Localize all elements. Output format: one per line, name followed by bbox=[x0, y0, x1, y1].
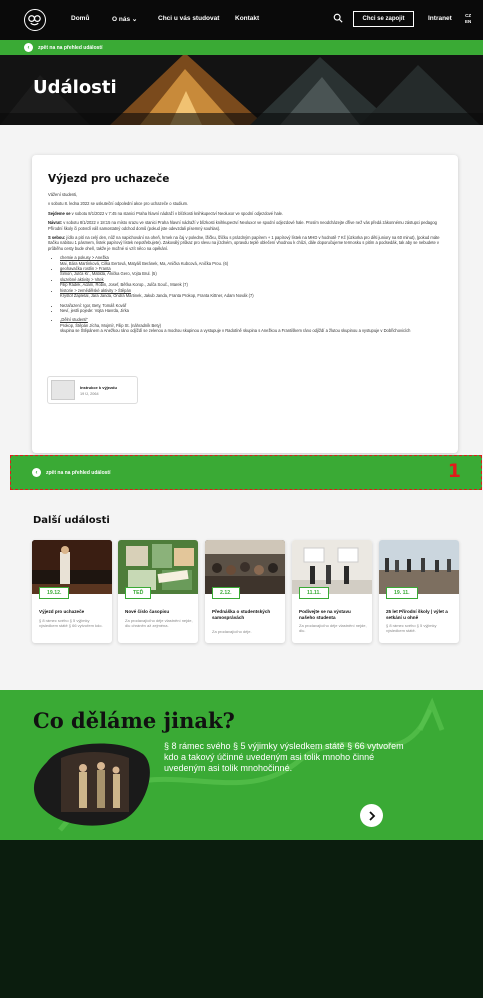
event-card[interactable]: 2.12. Přednáška o studentských samospráv… bbox=[205, 540, 285, 643]
nav-home[interactable]: Domů bbox=[71, 15, 89, 22]
event-card-desc: § 8 rámec svého § 5 výjimky výsledkem st… bbox=[386, 623, 437, 633]
bring-text: jídlo a pití na celý den, nůž na napicho… bbox=[48, 235, 440, 251]
event-card-title: Výjezd pro uchazeče bbox=[39, 609, 85, 614]
return-paragraph: Návrat: v sobotu 8/1/2022 v 18:15 na mís… bbox=[48, 220, 442, 231]
back-to-events-bar-bottom[interactable]: ‹ zpět na na přehled událostí 1 bbox=[10, 455, 482, 490]
event-card-title: 25 let Přírodní školy | výlet a setkání … bbox=[386, 609, 448, 620]
event-image bbox=[292, 540, 372, 594]
group-link[interactable]: chemie a pokusy > Anežka bbox=[60, 255, 109, 260]
nav-about[interactable]: O nás ⌄ bbox=[112, 15, 137, 23]
nav-contact[interactable]: Kontakt bbox=[235, 15, 259, 22]
event-card[interactable]: 19.12. Výjezd pro uchazeče § 8 rámec své… bbox=[32, 540, 112, 643]
group-members: Filip Rádek, Adam, Robin, Josef, Běťka K… bbox=[60, 282, 188, 288]
event-detail-card: Výjezd pro uchazeče Vážení studenti, v s… bbox=[32, 155, 458, 453]
event-card[interactable]: TEĎ Nové číslo časopisu Za prodavajícího… bbox=[118, 540, 198, 643]
annotation-marker: 1 bbox=[447, 460, 461, 482]
event-card-desc: Za prodavajícího déje. bbox=[212, 629, 252, 634]
event-card-title: Podívejte se na výstavu našeho studenta bbox=[299, 609, 351, 620]
hero-banner: Události bbox=[0, 55, 483, 125]
attachment-meta: 19 Ü, 2064 bbox=[80, 391, 99, 396]
search-icon[interactable] bbox=[333, 13, 343, 23]
page-title: Události bbox=[33, 77, 117, 98]
group-link[interactable]: historie > zemědělské aktivity > Štěpán bbox=[60, 288, 131, 293]
return-text: v sobotu 8/1/2022 v 18:15 na místo srazu… bbox=[48, 220, 437, 231]
event-image bbox=[32, 540, 112, 594]
list-item: geohavačka rostlin > FrantaŠimon, Julča … bbox=[60, 266, 442, 277]
section-title: Co děláme jinak? bbox=[33, 708, 235, 733]
event-card[interactable]: 19. 11. 25 let Přírodní školy | výlet a … bbox=[379, 540, 459, 643]
extra-list: Nezařazení: Igor, Bety, Tomáš Kovář Neví… bbox=[48, 303, 442, 314]
top-navigation: Domů O nás ⌄ Chci u vás studovat Kontakt… bbox=[0, 0, 483, 40]
event-date-badge: 11.11. bbox=[299, 587, 329, 599]
back-arrow-icon[interactable]: ‹ bbox=[32, 468, 41, 477]
event-date-badge: 2.12. bbox=[212, 587, 240, 599]
meeting-label: Sejdeme se bbox=[48, 210, 71, 216]
event-card-title: Přednáška o studentských samosprávách bbox=[212, 609, 271, 620]
lang-en[interactable]: EN bbox=[465, 19, 471, 25]
event-date-badge: 19. 11. bbox=[386, 587, 418, 599]
list-item: chemie a pokusy > AnežkaMai, Bára Martín… bbox=[60, 255, 442, 266]
group5-list: „Dělní studenti"Prokop, Štěpán Jícha, Mo… bbox=[48, 317, 442, 333]
theatre-blob-image bbox=[33, 743, 150, 826]
group-link[interactable]: geohavačka rostlin > Franta bbox=[60, 266, 111, 271]
owl-logo-icon bbox=[28, 15, 41, 26]
group-link[interactable]: „Dělní studenti" bbox=[60, 317, 88, 322]
groups-list: chemie a pokusy > AnežkaMai, Bára Martín… bbox=[48, 255, 442, 298]
intranet-link[interactable]: Intranet bbox=[428, 15, 452, 22]
school-logo[interactable] bbox=[24, 9, 46, 31]
more-events-heading: Další události bbox=[33, 515, 110, 526]
chevron-right-icon bbox=[368, 810, 375, 821]
intro-text: v sobotu 8. ledna 2022 se uskuteční odpo… bbox=[48, 201, 189, 207]
site-footer bbox=[0, 840, 483, 998]
event-date-badge: 19.12. bbox=[39, 587, 70, 599]
event-card-desc: Za prodavajícího déje vlastnění nejde, d… bbox=[299, 623, 367, 633]
group-members: Mai, Bára Martínková, Cilka Eertová, Mat… bbox=[60, 260, 229, 266]
event-title: Výjezd pro uchazeče bbox=[48, 173, 170, 185]
group-members: Prokop, Štěpán Jícha, Mojmír, Filip St. … bbox=[60, 322, 162, 328]
event-image bbox=[379, 540, 459, 594]
return-label: Návrat: bbox=[48, 220, 63, 226]
back-arrow-icon[interactable]: ‹ bbox=[24, 43, 33, 52]
event-card-desc: § 8 rámec svého § 5 výjimky výsledkem st… bbox=[39, 618, 103, 628]
list-item: „Dělní studenti"Prokop, Štěpán Jícha, Mo… bbox=[60, 317, 442, 333]
meeting-text: v sobotu 8/1/2022 v 7:45 na stanici Prah… bbox=[70, 210, 284, 216]
list-item: sluzebné aktivity > VitekFilip Rádek, Ad… bbox=[60, 277, 442, 288]
differentiator-section: Co děláme jinak? § 8 rámec svého § 5 výj… bbox=[0, 690, 483, 840]
join-button[interactable]: Chci se zapojit bbox=[353, 11, 414, 27]
event-image bbox=[205, 540, 285, 594]
event-card[interactable]: 11.11. Podívejte se na výstavu našeho st… bbox=[292, 540, 372, 643]
event-date-badge: TEĎ bbox=[125, 587, 152, 599]
group-note: skupina se Štěpánem a Anežkou ráno odjíž… bbox=[60, 328, 411, 334]
event-card-title: Nové číslo časopisu bbox=[125, 609, 170, 614]
document-thumbnail-icon bbox=[51, 380, 75, 400]
group-members: Šimon, Julča Kr., Matilda, Anička Gero, … bbox=[60, 271, 157, 277]
bring-paragraph: S sebou: jídlo a pití na celý den, nůž n… bbox=[48, 235, 442, 251]
event-image bbox=[118, 540, 198, 594]
group-link[interactable]: sluzebné aktivity > Vitek bbox=[60, 277, 104, 282]
group-members: Kryštof Zapletal, Jára Janda, Ondra Mart… bbox=[60, 293, 254, 299]
back-to-events-link[interactable]: zpět na na přehled událostí bbox=[38, 45, 102, 51]
attachment-name: Instrukce k výjezdu bbox=[80, 384, 117, 390]
list-item: historie > zemědělské aktivity > ŠtěpánK… bbox=[60, 288, 442, 299]
back-to-events-bar[interactable]: ‹ zpět na na přehled událostí bbox=[0, 40, 483, 55]
nav-study[interactable]: Chci u vás studovat bbox=[158, 15, 219, 22]
greeting-text: Vážení studenti, bbox=[48, 192, 78, 197]
meeting-paragraph: Sejdeme se v sobotu 8/1/2022 v 7:45 na s… bbox=[48, 211, 442, 216]
back-to-events-link[interactable]: zpět na na přehled událostí bbox=[46, 470, 110, 476]
list-item: Neví, jestli pojede: Vojta Havrda, Jirka bbox=[60, 308, 442, 313]
section-text: § 8 rámec svého § 5 výjimky výsledkem st… bbox=[164, 741, 404, 773]
bring-label: S sebou: bbox=[48, 235, 66, 241]
event-card-desc: Za prodavajícího déje vlastnění nejde, d… bbox=[125, 618, 193, 628]
language-switcher[interactable]: CZ EN bbox=[465, 13, 471, 25]
attachment-card[interactable]: Instrukce k výjezdu 19 Ü, 2064 bbox=[47, 376, 138, 404]
next-arrow-button[interactable] bbox=[360, 804, 383, 827]
